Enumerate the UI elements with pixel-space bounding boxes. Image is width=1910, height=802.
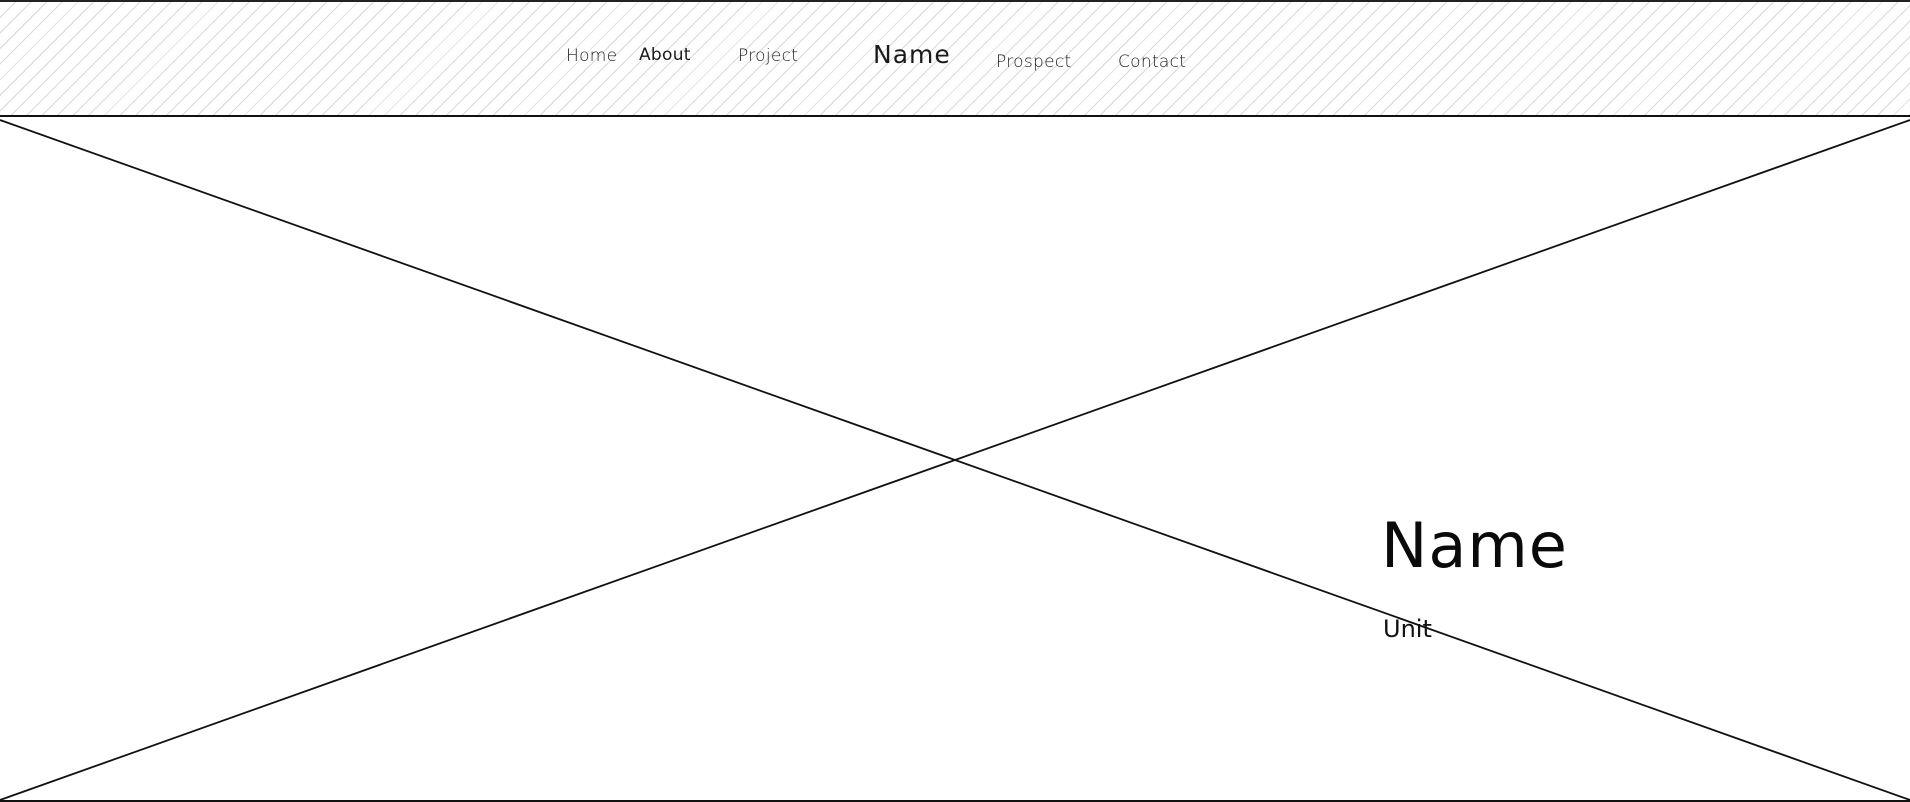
- top-navigation-bar: Home About Project Name Prospect Contact: [0, 0, 1910, 117]
- nav-link-about[interactable]: About: [639, 45, 691, 65]
- nav-link-prospect[interactable]: Prospect: [996, 52, 1072, 72]
- hero-image-placeholder: Name Unit: [0, 118, 1910, 802]
- hero-subtitle: Unit: [1383, 615, 1432, 643]
- nav-link-contact[interactable]: Contact: [1118, 52, 1186, 72]
- brand-logo-name[interactable]: Name: [873, 40, 951, 69]
- nav-link-home[interactable]: Home: [566, 46, 617, 66]
- hero-title: Name: [1381, 509, 1568, 582]
- image-placeholder-icon: [0, 119, 1910, 801]
- nav-link-project[interactable]: Project: [738, 46, 798, 66]
